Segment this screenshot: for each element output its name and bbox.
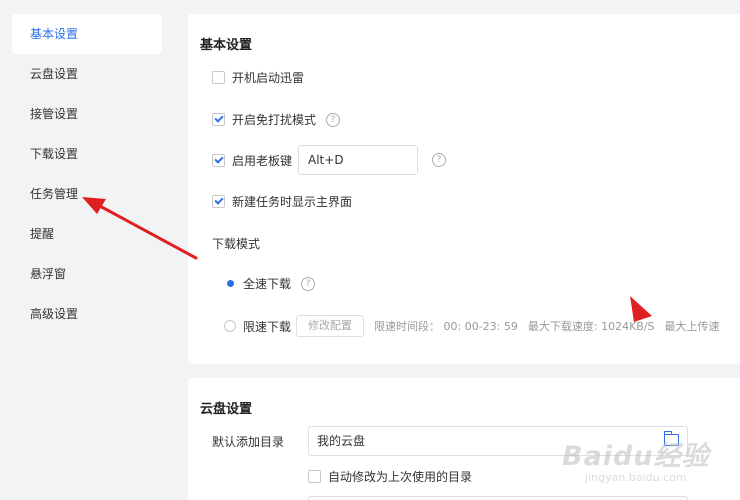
folder-icon[interactable]: [663, 431, 679, 446]
max-download-text: 最大下载速度: 1024KB/S: [527, 320, 655, 333]
boss-key-option: 启用老板键 ?: [212, 145, 447, 175]
startup-label: 开机启动迅雷: [232, 71, 305, 85]
limit-speed-option: 限速下载 修改配置 限速时间段： 00: 00-23: 59 最大下载速度: 1…: [224, 315, 720, 337]
startup-checkbox[interactable]: [212, 71, 225, 84]
default-dir-input[interactable]: 我的云盘: [308, 426, 688, 456]
question-circle-icon[interactable]: ?: [432, 153, 447, 167]
dnd-option: 开启免打扰模式 ?: [212, 111, 341, 128]
next-input-field[interactable]: [308, 496, 688, 500]
cloud-settings-title: 云盘设置: [200, 402, 253, 417]
dnd-label: 开启免打扰模式: [232, 113, 317, 127]
question-circle-icon[interactable]: ?: [301, 276, 316, 291]
download-mode-heading: 下载模式: [212, 235, 260, 252]
sidebar-item-reminder[interactable]: 提醒: [12, 214, 162, 254]
sidebar-item-floating-window[interactable]: 悬浮窗: [12, 254, 162, 294]
basic-settings-title: 基本设置: [200, 38, 253, 53]
boss-key-input[interactable]: [298, 145, 419, 175]
auto-modify-label: 自动修改为上次使用的目录: [328, 470, 473, 484]
startup-option: 开机启动迅雷: [212, 69, 304, 86]
show-main-option: 新建任务时显示主界面: [212, 193, 352, 210]
modify-config-button[interactable]: 修改配置: [296, 315, 365, 337]
full-speed-radio[interactable]: [224, 277, 236, 290]
sidebar-item-cloud[interactable]: 云盘设置: [12, 54, 162, 94]
full-speed-option: 全速下载 ?: [224, 275, 316, 292]
limit-speed-radio[interactable]: [224, 320, 236, 332]
boss-key-checkbox[interactable]: [212, 153, 225, 167]
show-main-checkbox[interactable]: [212, 195, 225, 208]
question-circle-icon[interactable]: ?: [326, 112, 341, 127]
limit-period-text: 限速时间段： 00: 00-23: 59: [374, 320, 518, 333]
full-speed-label: 全速下载: [243, 277, 292, 291]
auto-modify-checkbox[interactable]: [308, 470, 321, 483]
sidebar: 基本设置 云盘设置 接管设置 下载设置 任务管理 提醒 悬浮窗 高级设置: [0, 0, 175, 500]
auto-modify-option: 自动修改为上次使用的目录: [308, 468, 472, 485]
max-upload-text: 最大上传速: [664, 320, 720, 333]
show-main-label: 新建任务时显示主界面: [232, 195, 353, 209]
dnd-checkbox[interactable]: [212, 113, 225, 126]
default-dir-row: 默认添加目录: [212, 433, 284, 450]
boss-key-label: 启用老板键: [232, 153, 293, 168]
sidebar-item-takeover[interactable]: 接管设置: [12, 94, 162, 134]
sidebar-item-advanced[interactable]: 高级设置: [12, 294, 162, 334]
cloud-settings-panel: 云盘设置 默认添加目录 我的云盘 自动修改为上次使用的目录: [188, 378, 740, 500]
limit-speed-label: 限速下载: [243, 319, 292, 334]
default-dir-label: 默认添加目录: [212, 435, 285, 449]
download-mode-label: 下载模式: [212, 237, 261, 251]
sidebar-item-download[interactable]: 下载设置: [12, 134, 162, 174]
sidebar-item-task-management[interactable]: 任务管理: [12, 174, 162, 214]
default-dir-value: 我的云盘: [317, 434, 366, 448]
basic-settings-panel: 基本设置 开机启动迅雷 开启免打扰模式 ? 启用老板键 ? 新建任务时显示主界面…: [188, 14, 740, 364]
sidebar-item-basic[interactable]: 基本设置: [12, 14, 162, 54]
